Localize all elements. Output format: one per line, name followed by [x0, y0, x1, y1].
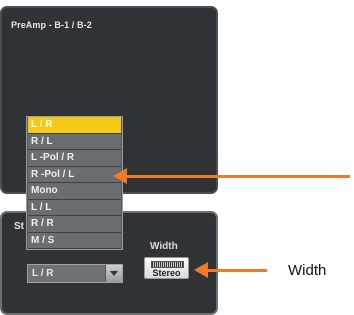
width-stereo-button[interactable]: Stereo: [144, 257, 189, 279]
callout-arrow-width-head: [194, 262, 208, 278]
callout-arrow-list-line: [126, 175, 350, 178]
dropdown-option-m-s[interactable]: M / S: [28, 232, 121, 249]
dropdown-option-l-pol-r[interactable]: L -Pol / R: [28, 150, 121, 167]
chevron-down-icon[interactable]: [105, 265, 122, 282]
dropdown-option-mono[interactable]: Mono: [28, 183, 121, 200]
stereo-mode-dropdown-list: L / R R / L L -Pol / R R -Pol / L Mono L…: [26, 116, 123, 250]
stereo-panel-title: St: [14, 221, 24, 232]
width-stereo-button-label: Stereo: [152, 268, 181, 278]
stage: PreAmp - B-1 / B-2 St L / R Width Stereo…: [0, 0, 354, 315]
dropdown-option-r-r[interactable]: R / R: [28, 216, 121, 233]
stereo-mode-value: L / R: [32, 268, 54, 279]
callout-width-label: Width: [288, 262, 327, 279]
dropdown-option-r-l[interactable]: R / L: [28, 133, 121, 150]
width-label: Width: [150, 241, 178, 252]
preamp-title: PreAmp - B-1 / B-2: [11, 20, 92, 30]
callout-arrow-list-head: [113, 168, 127, 184]
dropdown-option-l-l[interactable]: L / L: [28, 199, 121, 216]
dropdown-option-r-pol-l[interactable]: R -Pol / L: [28, 166, 121, 183]
callout-arrow-width-line: [207, 269, 267, 272]
width-meter-icon: [151, 261, 184, 268]
dropdown-option-l-r[interactable]: L / R: [28, 117, 121, 134]
stereo-mode-select[interactable]: L / R: [27, 264, 123, 283]
